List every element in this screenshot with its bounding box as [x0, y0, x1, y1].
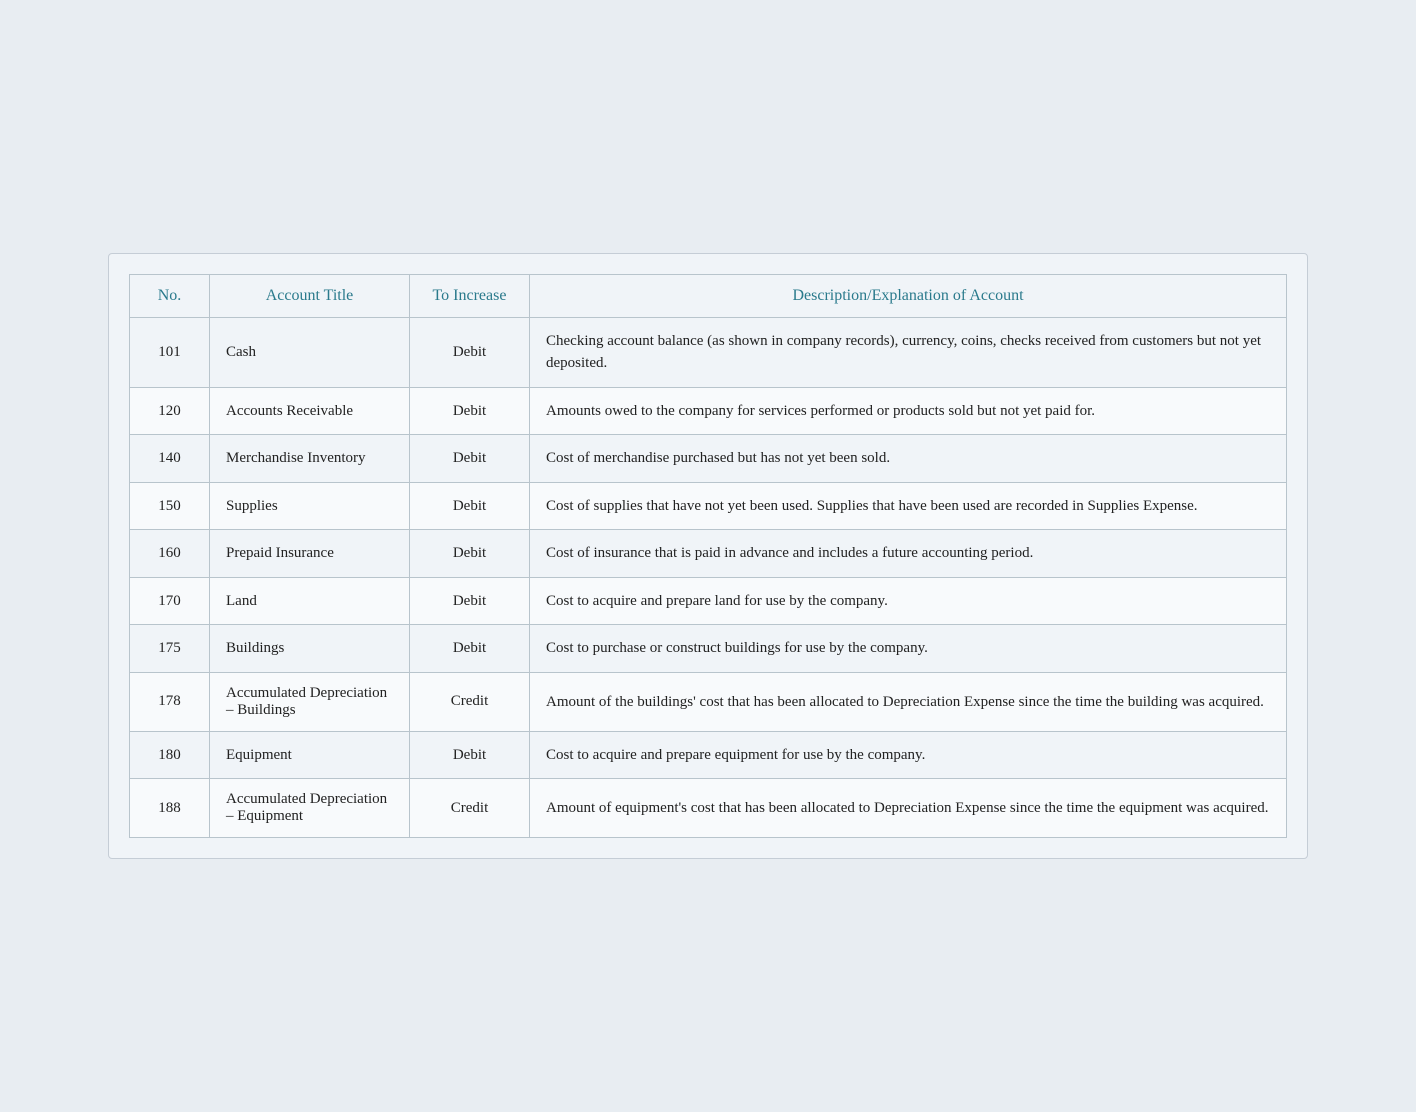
cell-description: Cost to acquire and prepare equipment fo… [530, 731, 1287, 779]
cell-account-title: Prepaid Insurance [210, 530, 410, 578]
cell-account-title: Land [210, 577, 410, 625]
table-row: 101CashDebitChecking account balance (as… [130, 317, 1287, 387]
cell-to-increase: Debit [410, 530, 530, 578]
cell-account-title: Buildings [210, 625, 410, 673]
table-row: 120Accounts ReceivableDebitAmounts owed … [130, 387, 1287, 435]
header-to-increase: To Increase [410, 274, 530, 317]
header-description: Description/Explanation of Account [530, 274, 1287, 317]
cell-description: Amount of equipment's cost that has been… [530, 779, 1287, 838]
cell-to-increase: Credit [410, 779, 530, 838]
cell-no: 160 [130, 530, 210, 578]
cell-no: 175 [130, 625, 210, 673]
table-row: 180EquipmentDebitCost to acquire and pre… [130, 731, 1287, 779]
table-row: 178Accumulated Depreciation – BuildingsC… [130, 672, 1287, 731]
cell-description: Amount of the buildings' cost that has b… [530, 672, 1287, 731]
table-row: 188Accumulated Depreciation – EquipmentC… [130, 779, 1287, 838]
cell-no: 188 [130, 779, 210, 838]
cell-to-increase: Debit [410, 577, 530, 625]
table-row: 150SuppliesDebitCost of supplies that ha… [130, 482, 1287, 530]
cell-no: 150 [130, 482, 210, 530]
cell-account-title: Accounts Receivable [210, 387, 410, 435]
cell-no: 180 [130, 731, 210, 779]
cell-account-title: Accumulated Depreciation – Equipment [210, 779, 410, 838]
cell-account-title: Merchandise Inventory [210, 435, 410, 483]
cell-account-title: Cash [210, 317, 410, 387]
cell-to-increase: Debit [410, 387, 530, 435]
cell-description: Cost of merchandise purchased but has no… [530, 435, 1287, 483]
header-account-title: Account Title [210, 274, 410, 317]
table-container: No. Account Title To Increase Descriptio… [108, 253, 1308, 860]
cell-to-increase: Debit [410, 435, 530, 483]
cell-account-title: Equipment [210, 731, 410, 779]
cell-description: Amounts owed to the company for services… [530, 387, 1287, 435]
cell-to-increase: Debit [410, 731, 530, 779]
cell-to-increase: Debit [410, 625, 530, 673]
cell-to-increase: Debit [410, 317, 530, 387]
cell-description: Checking account balance (as shown in co… [530, 317, 1287, 387]
cell-description: Cost of insurance that is paid in advanc… [530, 530, 1287, 578]
table-row: 175BuildingsDebitCost to purchase or con… [130, 625, 1287, 673]
cell-account-title: Supplies [210, 482, 410, 530]
header-no: No. [130, 274, 210, 317]
cell-description: Cost to acquire and prepare land for use… [530, 577, 1287, 625]
cell-no: 178 [130, 672, 210, 731]
cell-no: 120 [130, 387, 210, 435]
cell-to-increase: Debit [410, 482, 530, 530]
cell-to-increase: Credit [410, 672, 530, 731]
table-header-row: No. Account Title To Increase Descriptio… [130, 274, 1287, 317]
accounts-table: No. Account Title To Increase Descriptio… [129, 274, 1287, 839]
cell-description: Cost of supplies that have not yet been … [530, 482, 1287, 530]
table-row: 140Merchandise InventoryDebitCost of mer… [130, 435, 1287, 483]
cell-account-title: Accumulated Depreciation – Buildings [210, 672, 410, 731]
cell-no: 170 [130, 577, 210, 625]
cell-no: 140 [130, 435, 210, 483]
cell-description: Cost to purchase or construct buildings … [530, 625, 1287, 673]
table-row: 170LandDebitCost to acquire and prepare … [130, 577, 1287, 625]
cell-no: 101 [130, 317, 210, 387]
table-row: 160Prepaid InsuranceDebitCost of insuran… [130, 530, 1287, 578]
